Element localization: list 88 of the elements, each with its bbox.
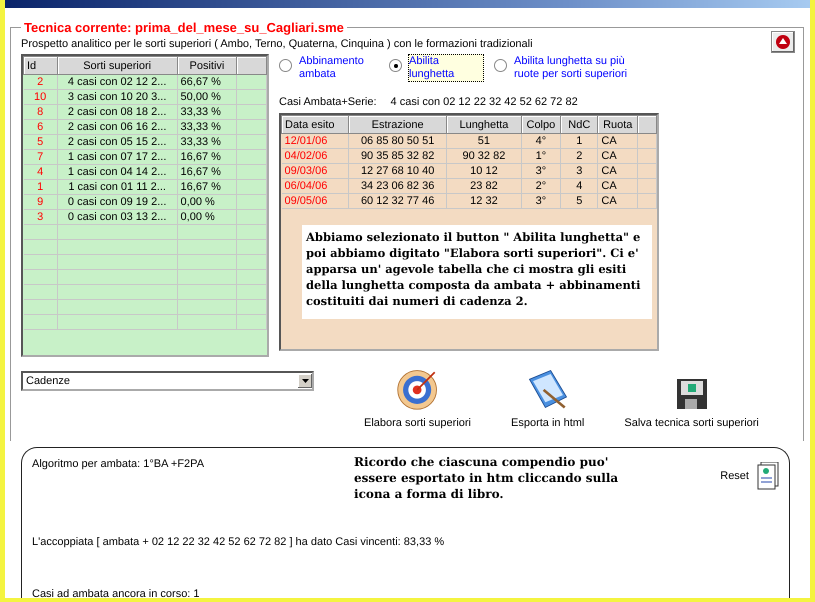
table-cell: 33,33 % <box>177 134 237 150</box>
radio-option[interactable]: Abbinamento ambata <box>279 54 379 88</box>
table-cell: 5 <box>560 194 598 208</box>
annotation-note: Ricordo che ciascuna compendio puo' essere esportato in htm cliccando sulla icona a forma di libro. <box>354 454 620 502</box>
algorithm-text: Algoritmo per ambata: 1°BA +F2PA <box>32 458 204 470</box>
table-cell: CA <box>598 164 638 178</box>
technique-legend: Tecnica corrente: prima_del_mese_su_Cagliari.sme <box>21 20 347 35</box>
table-cell: 09/05/06 <box>282 194 348 208</box>
reset-button[interactable]: Reset <box>720 462 779 490</box>
table-cell: CA <box>598 148 638 164</box>
table-cell: 50,00 % <box>177 90 237 104</box>
column-header[interactable]: Ruota <box>598 116 638 134</box>
table-cell: 2 <box>560 148 598 164</box>
dropdown-arrow-icon <box>302 379 308 383</box>
table-cell: 3° <box>521 164 561 178</box>
table-cell: CA <box>598 194 638 208</box>
table-cell: 6 <box>24 120 58 134</box>
table-cell: 09/03/06 <box>282 164 348 178</box>
table-cell: 66,67 % <box>177 74 237 90</box>
table-cell: 0,00 % <box>177 194 237 210</box>
table-cell: 23 82 <box>446 178 522 194</box>
table-cell: 0 casi con 03 13 2... <box>57 210 178 224</box>
column-header[interactable]: Estrazione <box>348 116 447 134</box>
table-cell: 1 <box>24 180 58 194</box>
table-cell: 3° <box>521 194 561 208</box>
column-header[interactable]: Data esito <box>282 116 348 134</box>
table-cell: 60 12 32 77 46 <box>348 194 447 208</box>
action-button[interactable]: Salva tecnica sorti superiori <box>624 367 759 429</box>
table-cell: 1° <box>521 148 561 164</box>
table-cell: 4 <box>24 164 58 180</box>
table-cell: 1 <box>560 134 598 148</box>
table-cell: 10 <box>24 90 58 104</box>
table-cell: 12 27 68 10 40 <box>348 164 447 178</box>
series-value: 4 casi con 02 12 22 32 42 52 62 72 82 <box>390 96 578 108</box>
table-cell: 4° <box>521 134 561 148</box>
table-cell: 16,67 % <box>177 150 237 164</box>
column-header[interactable]: Id <box>24 56 58 74</box>
table-cell: 5 <box>24 134 58 150</box>
series-label: Casi Ambata+Serie: <box>279 96 377 108</box>
table-cell: 33,33 % <box>177 104 237 120</box>
table-cell: 7 <box>24 150 58 164</box>
table-cell: 4 <box>560 178 598 194</box>
table-cell: 4 casi con 02 12 2... <box>57 74 178 90</box>
table-cell: 06 85 80 50 51 <box>348 134 447 148</box>
table-cell: 3 <box>24 210 58 224</box>
action-button[interactable]: Elabora sorti superiori <box>364 367 471 429</box>
annotation-note: Abbiamo selezionato il button " Abilita lunghetta" e poi abbiamo digitato "Elabora sorti superiori". Ci e' apparsa un' agevole tabella che ci mostra gli esiti della lunghetta composta da ambata + abbinamenti costituiti dai numeri di cadenza 2. <box>302 225 652 319</box>
result-text: Casi ad ambata ancora in corso: 1 <box>32 588 201 598</box>
action-button[interactable]: Esporta in html <box>511 367 584 429</box>
table-cell: 06/04/06 <box>282 178 348 194</box>
table-cell: 1 casi con 07 17 2... <box>57 150 178 164</box>
table-cell: 12 32 <box>446 194 522 208</box>
table-cell: 2 casi con 08 18 2... <box>57 104 178 120</box>
table-cell: 1 casi con 01 11 2... <box>57 180 178 194</box>
table-cell: CA <box>598 134 638 148</box>
table-cell: 2 casi con 06 16 2... <box>57 120 178 134</box>
up-button[interactable] <box>771 31 795 53</box>
table-cell: 34 23 06 82 36 <box>348 178 447 194</box>
table-cell: 90 35 85 32 82 <box>348 148 447 164</box>
column-header[interactable]: NdC <box>560 116 598 134</box>
column-header[interactable]: Lunghetta <box>446 116 522 134</box>
cadence-dropdown[interactable]: Cadenze <box>21 371 314 391</box>
column-header[interactable]: Colpo <box>521 116 561 134</box>
table-cell: 2 casi con 05 15 2... <box>57 134 178 150</box>
result-text: L'accoppiata [ ambata + 02 12 22 32 42 52 62 72 82 ] ha dato Casi vincenti: 83,33 % <box>32 536 446 548</box>
table-cell: 2 <box>24 74 58 90</box>
table-cell: 16,67 % <box>177 164 237 180</box>
document-icon <box>757 462 779 490</box>
table-cell: 51 <box>446 134 522 148</box>
table-cell: 9 <box>24 194 58 210</box>
table-cell: 3 casi con 10 20 3... <box>57 90 178 104</box>
table-cell: 3 <box>560 164 598 178</box>
table-cell: 12/01/06 <box>282 134 348 148</box>
table-cell: 0,00 % <box>177 210 237 224</box>
table-cell: CA <box>598 178 638 194</box>
table-cell: 33,33 % <box>177 120 237 134</box>
table-cell: 1 casi con 04 14 2... <box>57 164 178 180</box>
table-cell: 10 12 <box>446 164 522 178</box>
table-cell: 16,67 % <box>177 180 237 194</box>
table-cell: 0 casi con 09 19 2... <box>57 194 178 210</box>
description-text: Prospetto analitico per le sorti superiori ( Ambo, Terno, Quaterna, Cinquina ) con le formazioni tradizionali <box>21 38 534 50</box>
table-cell: 04/02/06 <box>282 148 348 164</box>
table-cell: 2° <box>521 178 561 194</box>
table-cell: 8 <box>24 104 58 120</box>
table-cell: 90 32 82 <box>446 148 522 164</box>
radio-option[interactable]: Abilita lunghetta su più ruote per sorti superiori <box>494 54 644 88</box>
column-header[interactable]: Sorti superiori <box>57 56 178 74</box>
column-header[interactable]: Positivi <box>177 56 237 74</box>
